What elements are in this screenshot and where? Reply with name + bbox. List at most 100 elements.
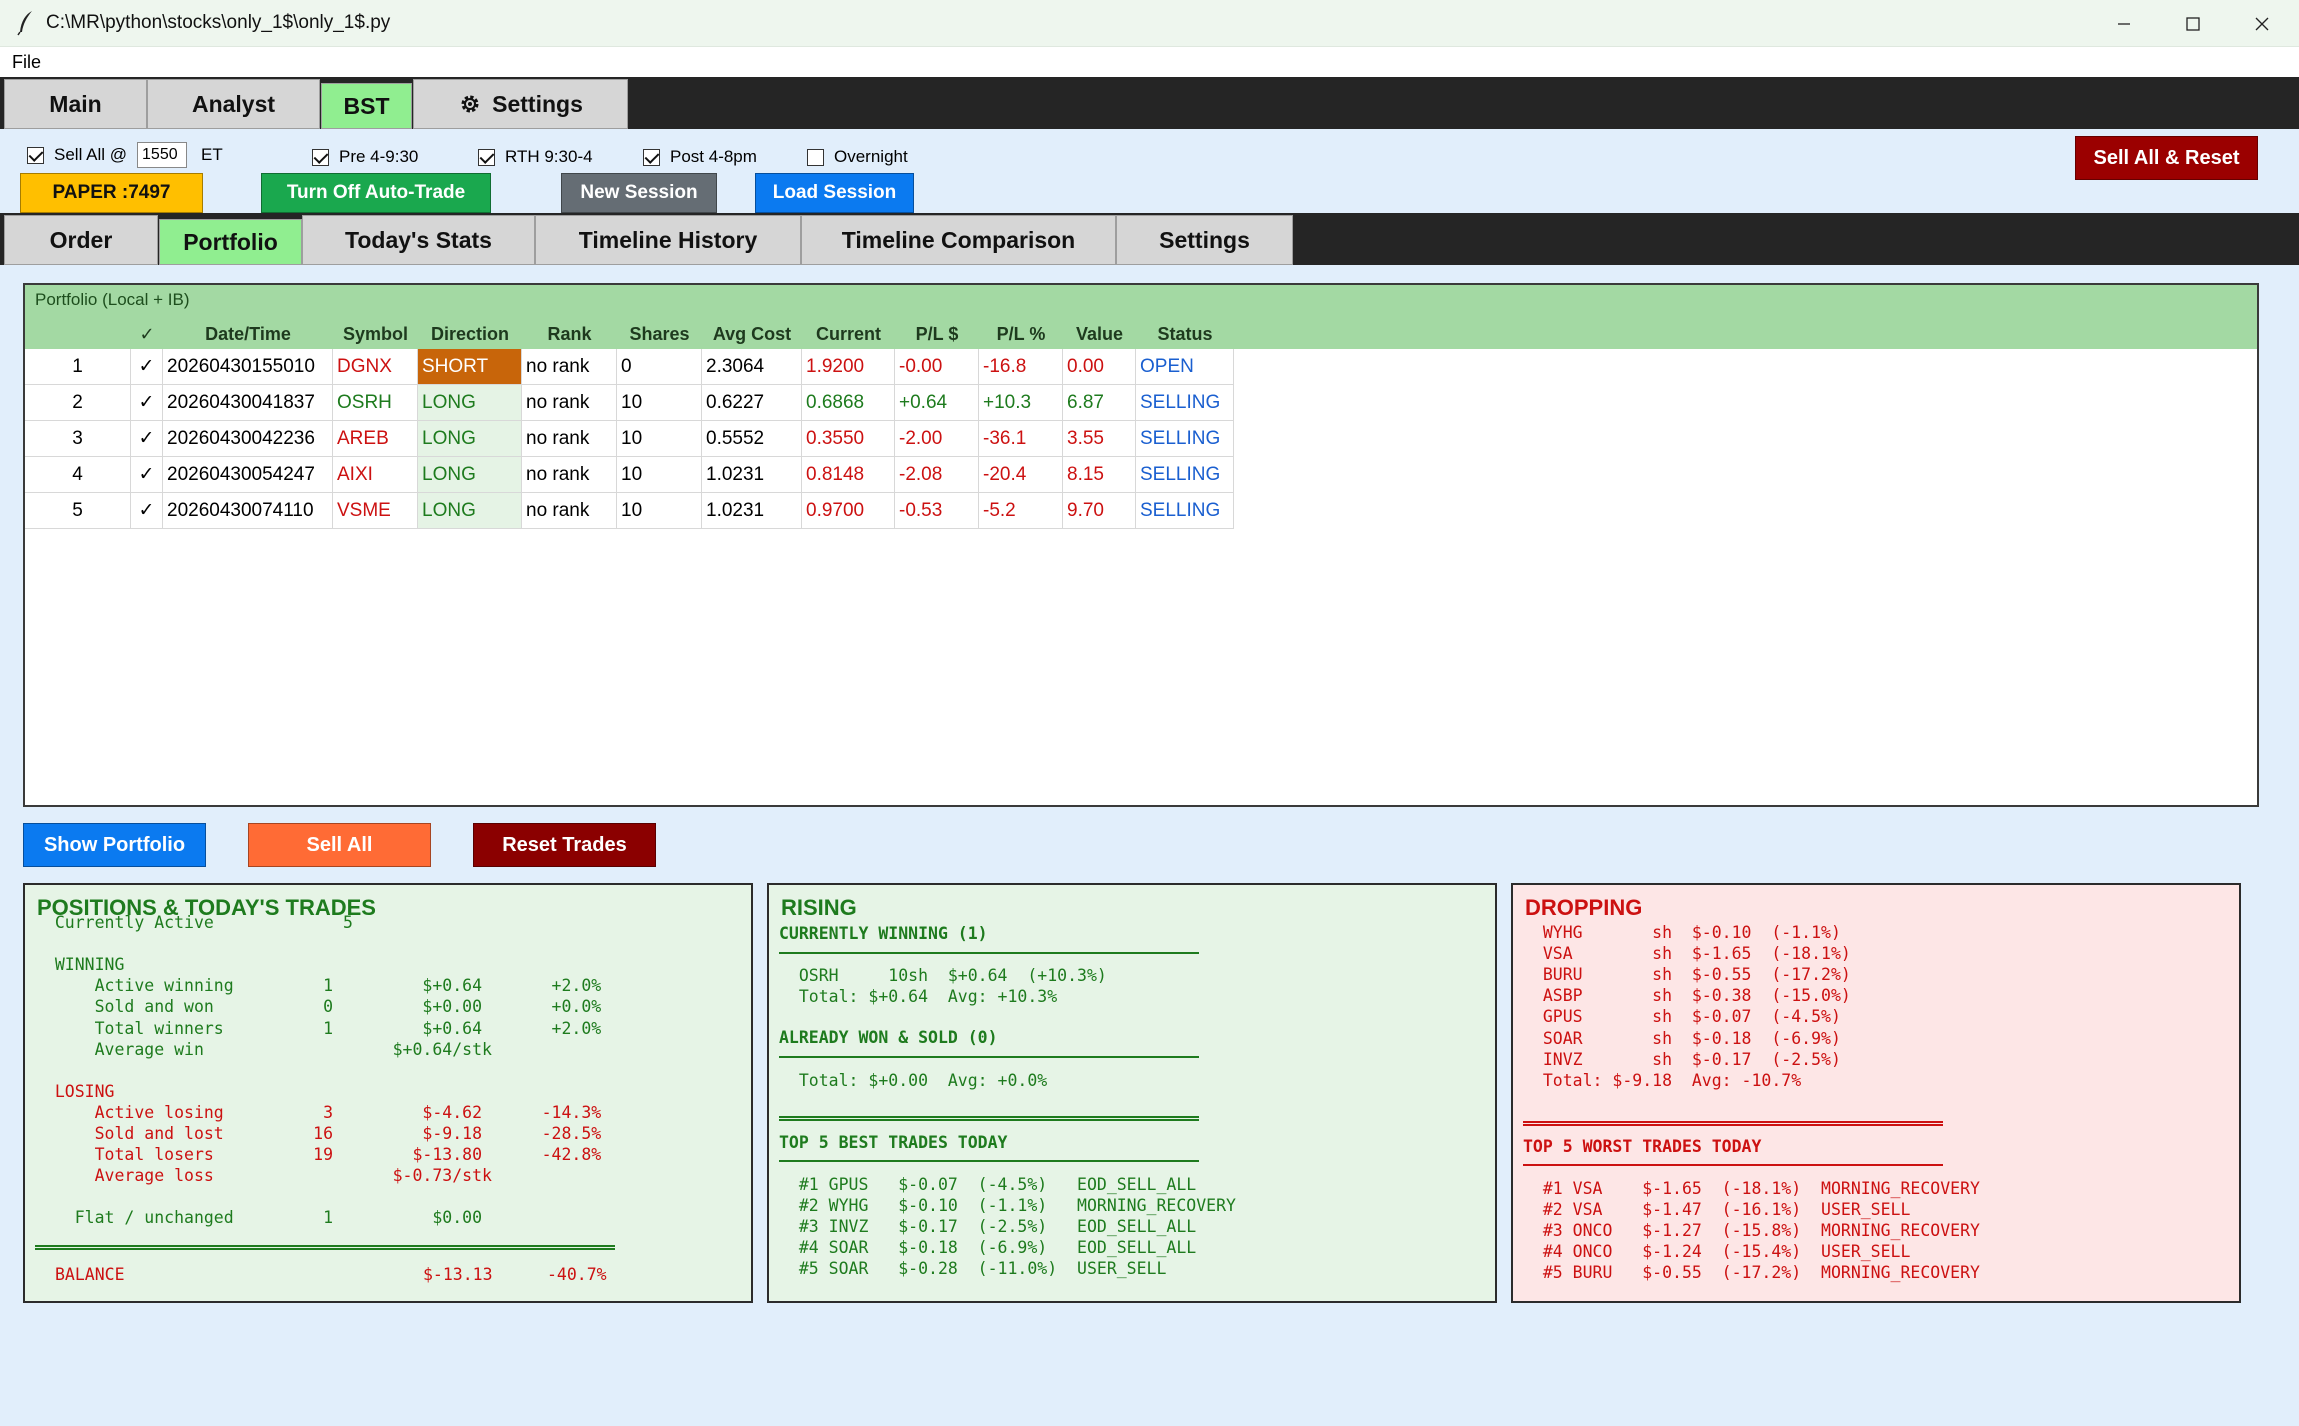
cell-num: 2: [25, 385, 131, 421]
portfolio-header: Portfolio (Local + IB) ✓ Date/Time Symbo…: [25, 285, 2257, 349]
portfolio-title: Portfolio (Local + IB): [35, 290, 190, 309]
table-row[interactable]: 1 ✓ 20260430155010 DGNX SHORT no rank 0 2.3064 1…: [25, 349, 1235, 385]
text-line: Total winners 1 $+0.64 +2.0%: [35, 1018, 602, 1038]
tab-portfolio-label: Portfolio: [183, 228, 278, 255]
et-label: ET: [201, 145, 223, 164]
balance-pct: -40.7%: [547, 1265, 607, 1284]
checkbox-checked[interactable]: [27, 146, 44, 164]
table-row[interactable]: 4 ✓ 20260430054247 AIXI LONG no rank 10 1.0231 0…: [25, 457, 1235, 493]
checkbox-checked[interactable]: [312, 148, 329, 166]
divider: [1523, 1121, 1943, 1126]
tab-settings-label: Settings: [492, 90, 583, 117]
pre-market-label: Pre 4-9:30: [339, 147, 419, 166]
text-line: Average win $+0.64/stk: [35, 1039, 492, 1059]
tab-main[interactable]: Main: [4, 79, 147, 129]
minimize-icon: [2117, 22, 2130, 25]
cell-symbol: DGNX: [333, 349, 418, 385]
tab-timeline-comparison[interactable]: Timeline Comparison: [801, 215, 1116, 265]
tab-order[interactable]: Order: [4, 215, 158, 265]
col-check: ✓: [139, 324, 155, 344]
turn-off-auto-trade-button[interactable]: Turn Off Auto-Trade: [261, 173, 491, 213]
tab-timeline-history[interactable]: Timeline History: [535, 215, 801, 265]
cell-current: 0.9700: [802, 493, 895, 529]
cell-datetime: 20260430041837: [163, 385, 333, 421]
main-tab-bar: Main Analyst BST Settings: [0, 77, 2299, 129]
maximize-icon: [2185, 16, 2200, 31]
sell-all-button[interactable]: Sell All: [248, 823, 431, 867]
cell-rank: no rank: [522, 385, 617, 421]
tab-portfolio[interactable]: Portfolio: [159, 219, 302, 265]
pre-market-checkbox[interactable]: Pre 4-9:30: [312, 142, 418, 172]
winning-line: OSRH 10sh $+0.64 (+10.3%): [779, 966, 1107, 985]
text-line: #4 ONCO $-1.24 (-15.4%) USER_SELL: [1523, 1242, 1911, 1262]
text-line: VSA sh $-1.65 (-18.1%): [1523, 944, 1851, 964]
sell-all-time-input[interactable]: [137, 142, 188, 168]
sell-all-at-checkbox[interactable]: Sell All @ ET: [27, 142, 223, 168]
overnight-checkbox[interactable]: Overnight: [807, 142, 908, 172]
top-best-header: TOP 5 BEST TRADES TODAY: [779, 1133, 1008, 1152]
cell-value: 3.55: [1063, 421, 1136, 457]
balance-divider: [35, 1245, 615, 1250]
divider: [1523, 1164, 1943, 1166]
cell-value: 8.15: [1063, 457, 1136, 493]
rth-checkbox[interactable]: RTH 9:30-4: [478, 142, 593, 172]
cell-direction: LONG: [418, 385, 522, 421]
text-line: #1 GPUS $-0.07 (-4.5%) EOD_SELL_ALL: [779, 1175, 1197, 1194]
checkbox-checked[interactable]: [478, 148, 495, 166]
tab-todays-stats[interactable]: Today's Stats: [302, 215, 535, 265]
table-row[interactable]: 3 ✓ 20260430042236 AREB LONG no rank 10 0.5552 0…: [25, 421, 1235, 457]
cell-symbol: AIXI: [333, 457, 418, 493]
post-market-checkbox[interactable]: Post 4-8pm: [643, 142, 757, 172]
tab-sub-settings[interactable]: Settings: [1116, 215, 1293, 265]
tab-analyst[interactable]: Analyst: [147, 79, 320, 129]
col-pl-dollar: P/L $: [915, 324, 959, 344]
close-button[interactable]: [2227, 0, 2296, 47]
cell-check: ✓: [131, 385, 163, 421]
text-line: Currently Active 5: [35, 913, 353, 932]
text-line: LOSING: [35, 1081, 115, 1101]
top-worst-header: TOP 5 WORST TRADES TODAY: [1523, 1137, 1762, 1156]
cell-datetime: 20260430042236: [163, 421, 333, 457]
dropping-title: DROPPING: [1525, 895, 1643, 920]
show-portfolio-button[interactable]: Show Portfolio: [23, 823, 206, 867]
cell-status: SELLING: [1136, 421, 1234, 457]
dropping-panel: DROPPING WYHG sh $-0.10 (-1.1%) VSA sh $…: [1511, 883, 2241, 1303]
cell-num: 4: [25, 457, 131, 493]
text-line: WINNING: [35, 955, 125, 975]
text-line: #2 WYHG $-0.10 (-1.1%) MORNING_RECOVERY: [779, 1196, 1236, 1216]
divider: [779, 1056, 1199, 1058]
cell-datetime: 20260430054247: [163, 457, 333, 493]
cell-current: 1.9200: [802, 349, 895, 385]
checkbox-unchecked[interactable]: [807, 148, 824, 166]
tab-settings[interactable]: Settings: [413, 79, 628, 129]
cell-current: 0.6868: [802, 385, 895, 421]
cell-shares: 10: [617, 421, 702, 457]
checkbox-checked[interactable]: [643, 148, 660, 166]
text-line: WYHG sh $-0.10 (-1.1%): [1523, 923, 1841, 942]
tab-bst[interactable]: BST: [321, 83, 412, 129]
rth-label: RTH 9:30-4: [505, 147, 593, 166]
gear-icon: [461, 95, 479, 113]
cell-datetime: 20260430155010: [163, 349, 333, 385]
cell-avg-cost: 1.0231: [702, 493, 802, 529]
load-session-button[interactable]: Load Session: [755, 173, 914, 213]
table-row[interactable]: 5 ✓ 20260430074110 VSME LONG no rank 10 1.0231 0…: [25, 493, 1235, 529]
bst-content: Sell All @ ET Pre 4-9:30 RTH 9:30-4 Post…: [0, 129, 2299, 1426]
close-icon: [2255, 17, 2268, 30]
cell-rank: no rank: [522, 421, 617, 457]
cell-avg-cost: 1.0231: [702, 457, 802, 493]
cell-pl-dollar: -0.00: [895, 349, 979, 385]
rising-title: RISING: [781, 895, 857, 920]
post-market-label: Post 4-8pm: [670, 147, 757, 166]
minimize-button[interactable]: [2089, 0, 2158, 47]
sell-all-reset-button[interactable]: Sell All & Reset: [2075, 136, 2258, 180]
maximize-button[interactable]: [2158, 0, 2227, 47]
menu-file[interactable]: File: [12, 52, 41, 73]
reset-trades-button[interactable]: Reset Trades: [473, 823, 656, 867]
paper-account-badge[interactable]: PAPER :7497: [20, 173, 203, 213]
new-session-button[interactable]: New Session: [561, 173, 717, 213]
col-value: Value: [1075, 324, 1124, 344]
cell-avg-cost: 2.3064: [702, 349, 802, 385]
table-row[interactable]: 2 ✓ 20260430041837 OSRH LONG no rank 10 0.6227 0…: [25, 385, 1235, 421]
cell-pl-pct: -36.1: [979, 421, 1063, 457]
